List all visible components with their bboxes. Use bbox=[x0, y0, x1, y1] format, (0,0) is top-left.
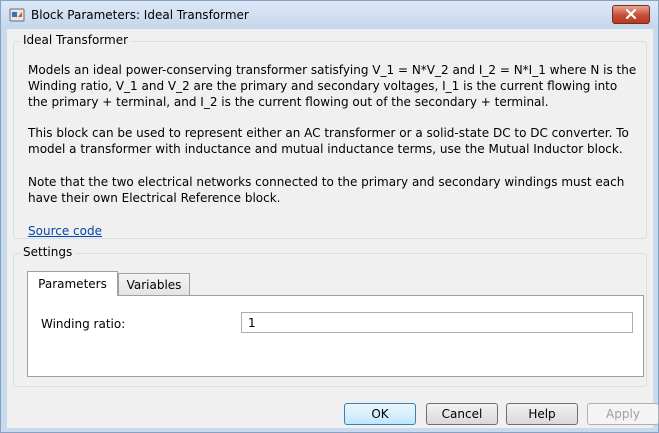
winding-ratio-label: Winding ratio: bbox=[41, 317, 126, 331]
parameters-panel bbox=[27, 295, 644, 377]
simulink-block-icon bbox=[9, 7, 25, 23]
help-button[interactable]: Help bbox=[506, 403, 578, 425]
settings-group-title: Settings bbox=[20, 245, 76, 259]
close-icon bbox=[625, 8, 637, 22]
close-button[interactable] bbox=[612, 5, 650, 24]
winding-ratio-input[interactable] bbox=[241, 312, 633, 333]
tab-variables-label: Variables bbox=[126, 278, 182, 292]
ok-button[interactable]: OK bbox=[344, 403, 416, 425]
source-code-link[interactable]: Source code bbox=[28, 224, 102, 238]
dialog-body: Ideal Transformer Models an ideal power-… bbox=[7, 29, 659, 428]
apply-button[interactable]: Apply bbox=[587, 403, 659, 425]
description-paragraph-2: This block can be used to represent eith… bbox=[28, 126, 629, 156]
dialog-window: Block Parameters: Ideal Transformer Idea… bbox=[0, 0, 659, 433]
cancel-button[interactable]: Cancel bbox=[426, 403, 498, 425]
tab-parameters[interactable]: Parameters bbox=[27, 271, 118, 296]
description-group-title: Ideal Transformer bbox=[20, 33, 132, 47]
settings-tabs: Parameters Variables bbox=[27, 271, 227, 297]
description-paragraph-1: Models an ideal power-conserving transfo… bbox=[28, 63, 637, 109]
window-title: Block Parameters: Ideal Transformer bbox=[31, 8, 249, 22]
description-paragraph-3: Note that the two electrical networks co… bbox=[28, 175, 625, 205]
title-bar[interactable]: Block Parameters: Ideal Transformer bbox=[1, 1, 658, 29]
tab-parameters-label: Parameters bbox=[38, 277, 107, 291]
description-group: Ideal Transformer Models an ideal power-… bbox=[13, 33, 647, 239]
tab-variables[interactable]: Variables bbox=[118, 273, 190, 296]
